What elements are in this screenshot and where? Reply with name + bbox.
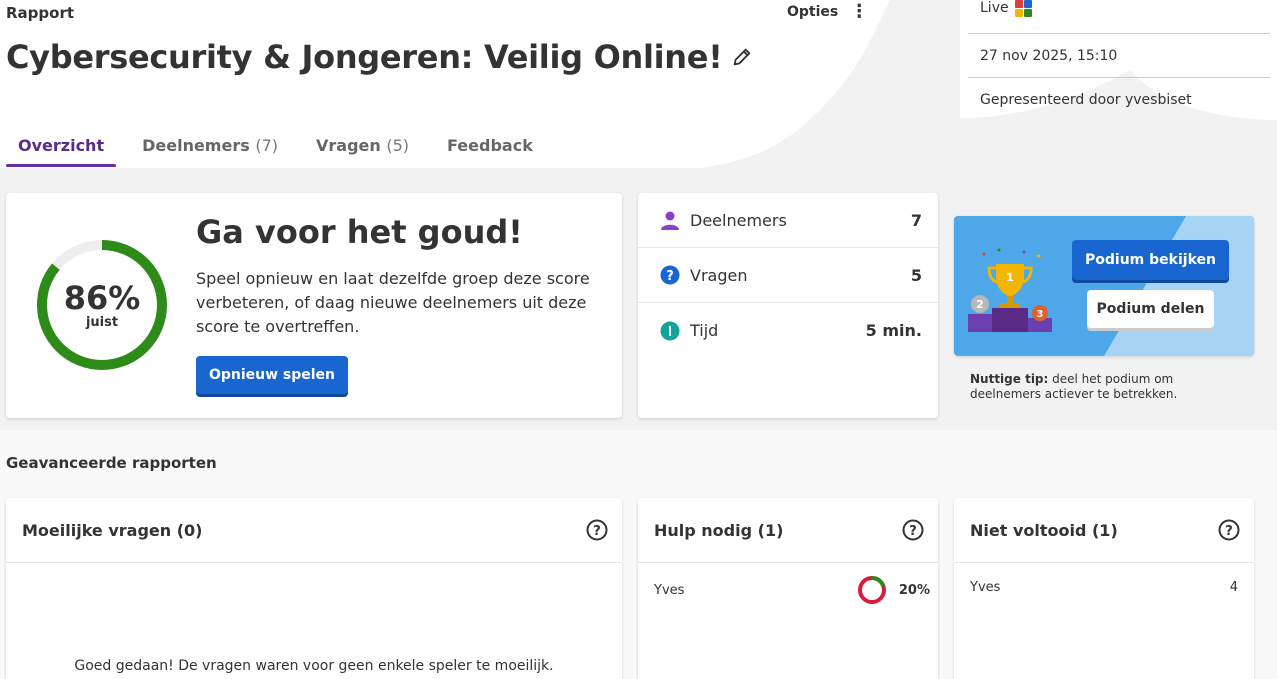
- person-icon: [660, 210, 680, 230]
- tab-questions[interactable]: Vragen (5): [304, 128, 421, 167]
- stat-participants: Deelnemers 7: [638, 193, 938, 248]
- stat-label: Tijd: [690, 321, 719, 340]
- incomplete-card: Niet voltooid (1) ? Yves 4: [954, 498, 1254, 679]
- list-item[interactable]: Yves 20%: [638, 575, 938, 605]
- svg-text:3: 3: [1037, 309, 1044, 320]
- svg-text:2: 2: [976, 298, 984, 311]
- options-label: Opties: [787, 4, 839, 20]
- player-name: Yves: [654, 582, 685, 598]
- svg-text:?: ?: [909, 524, 917, 539]
- svg-text:?: ?: [666, 269, 674, 284]
- empty-message: Goed gedaan! De vragen waren voor geen e…: [74, 658, 554, 674]
- tab-label: Deelnemers: [142, 136, 250, 155]
- tab-overview[interactable]: Overzicht: [6, 128, 117, 167]
- trophy-podium-icon: 2 3 1: [968, 248, 1052, 332]
- stat-value: 5: [910, 265, 922, 285]
- meta-presenter: Gepresenteerd door yvesbiset: [968, 78, 1270, 122]
- title-row: Cybersecurity & Jongeren: Veilig Online!: [6, 38, 753, 76]
- tab-bar: Overzicht Deelnemers (7) Vragen (5) Feed…: [6, 128, 559, 167]
- stat-time: Tijd 5 min.: [638, 303, 938, 358]
- question-icon: ?: [660, 265, 680, 285]
- options-button[interactable]: Opties ⋮: [787, 1, 869, 22]
- podium-tip: Nuttige tip: deel het podium om deelneme…: [970, 372, 1230, 402]
- help-needed-card: Hulp nodig (1) ? Yves 20%: [638, 498, 938, 679]
- player-name: Yves: [970, 579, 1001, 595]
- stats-card: Deelnemers 7 ? Vragen 5 Tijd 5 min.: [638, 193, 938, 418]
- live-mode-icon: [1014, 0, 1032, 17]
- advanced-reports-title: Geavanceerde rapporten: [6, 454, 217, 472]
- svg-text:?: ?: [593, 524, 601, 539]
- pencil-icon[interactable]: [731, 46, 753, 68]
- page-title: Cybersecurity & Jongeren: Veilig Online!: [6, 38, 723, 76]
- score-card: 86% juist Ga voor het goud! Speel opnieu…: [6, 193, 622, 418]
- score-body: Speel opnieuw en laat dezelfde groep dez…: [196, 269, 590, 336]
- difficult-questions-card: Moeilijke vragen (0) ? Goed gedaan! De v…: [6, 498, 622, 679]
- svg-text:?: ?: [1225, 524, 1233, 539]
- replay-button[interactable]: Opnieuw spelen: [196, 356, 348, 394]
- card-header: Moeilijke vragen (0) ?: [6, 498, 622, 563]
- help-icon[interactable]: ?: [586, 519, 608, 541]
- stat-value: 5 min.: [865, 321, 922, 340]
- tab-label: Feedback: [447, 136, 533, 155]
- stat-value: 7: [910, 210, 922, 230]
- tab-label: Vragen: [316, 136, 381, 155]
- player-value: 4: [1229, 579, 1238, 595]
- card-title: Moeilijke vragen (0): [22, 520, 203, 540]
- tab-count: (5): [386, 136, 410, 155]
- tab-participants[interactable]: Deelnemers (7): [130, 128, 290, 167]
- player-score: 20%: [898, 582, 930, 598]
- tip-bold: Nuttige tip:: [970, 372, 1049, 386]
- view-podium-button[interactable]: Podium bekijken: [1072, 240, 1229, 280]
- card-header: Niet voltooid (1) ?: [954, 498, 1254, 563]
- stat-label: Deelnemers: [690, 210, 787, 230]
- share-podium-button[interactable]: Podium delen: [1087, 290, 1214, 328]
- stat-label: Vragen: [690, 265, 748, 285]
- more-vertical-icon: ⋮: [850, 1, 869, 22]
- score-heading: Ga voor het goud!: [196, 213, 523, 251]
- stat-questions: ? Vragen 5: [638, 248, 938, 303]
- svg-text:1: 1: [1006, 271, 1014, 284]
- help-icon[interactable]: ?: [902, 519, 924, 541]
- tab-feedback[interactable]: Feedback: [435, 128, 545, 167]
- help-icon[interactable]: ?: [1218, 519, 1240, 541]
- score-text: 86% juist: [34, 237, 170, 373]
- date-label: 27 nov 2025, 15:10: [980, 47, 1118, 64]
- timer-icon: [660, 321, 680, 341]
- meta-date: 27 nov 2025, 15:10: [968, 34, 1270, 78]
- list-item[interactable]: Yves 4: [954, 577, 1254, 597]
- score-sub-label: juist: [85, 314, 119, 330]
- player-score-ring: [857, 576, 886, 604]
- tab-label: Overzicht: [18, 136, 105, 155]
- meta-mode: Live: [968, 0, 1270, 34]
- presenter-label: Gepresenteerd door yvesbiset: [980, 92, 1192, 108]
- score-percent: 86%: [63, 278, 141, 317]
- tab-count: (7): [255, 136, 278, 155]
- report-meta: Live 27 nov 2025, 15:10 Gepresenteerd do…: [968, 0, 1270, 122]
- mode-label: Live: [980, 0, 1009, 16]
- card-title: Hulp nodig (1): [654, 520, 784, 540]
- card-header: Hulp nodig (1) ?: [638, 498, 938, 563]
- podium-card: 2 3 1 Podium bekijken Podium delen: [954, 216, 1254, 356]
- section-label: Rapport: [6, 4, 75, 22]
- card-title: Niet voltooid (1): [970, 520, 1118, 540]
